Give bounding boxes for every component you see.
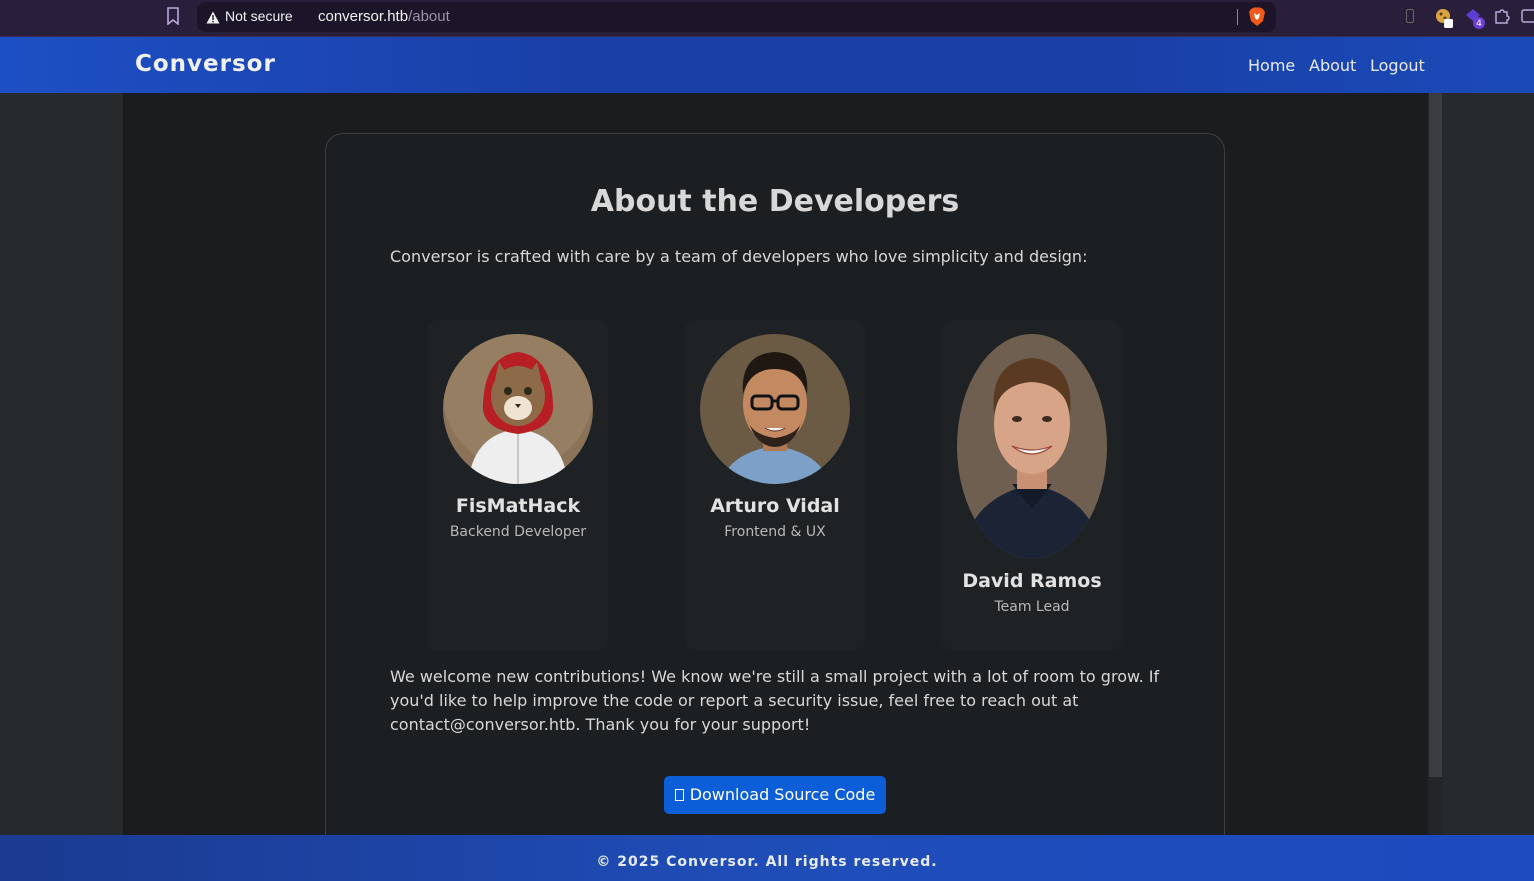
developer-role: Team Lead — [994, 599, 1070, 615]
warning-icon — [206, 11, 220, 24]
brave-shield-icon[interactable] — [1248, 7, 1266, 27]
shield-extension-icon[interactable]: 4 — [1464, 7, 1486, 29]
brand-logo[interactable]: Conversor — [135, 51, 276, 77]
site-footer: © 2025 Conversor. All rights reserved. — [0, 835, 1534, 881]
developer-name: David Ramos — [962, 570, 1102, 592]
smiling-man-avatar — [957, 334, 1107, 559]
url-text[interactable]: conversor.htb/about — [318, 8, 450, 25]
wallet-icon[interactable] — [1521, 7, 1534, 25]
hooded-cat-avatar — [443, 334, 593, 484]
url-path: /about — [408, 8, 450, 25]
scrollbar-thumb[interactable] — [1429, 93, 1442, 777]
about-card: About the Developers Conversor is crafte… — [325, 133, 1225, 853]
nav-home[interactable]: Home — [1248, 56, 1295, 75]
bookmark-icon[interactable] — [165, 7, 181, 25]
developer-card: FisMatHack Backend Developer — [428, 320, 608, 650]
download-icon — [674, 789, 684, 801]
right-backdrop — [1443, 93, 1534, 835]
extension-badge: 4 — [1476, 19, 1482, 29]
nav-logout[interactable]: Logout — [1370, 56, 1425, 75]
developer-role: Backend Developer — [449, 524, 587, 540]
footer-copyright: © 2025 Conversor. All rights reserved. — [596, 854, 938, 870]
browser-toolbar: Not secure conversor.htb/about 4 — [0, 0, 1534, 37]
url-host: conversor.htb — [318, 8, 409, 25]
site-navbar: Conversor Home About Logout — [0, 37, 1534, 93]
security-label[interactable]: Not secure — [225, 8, 293, 24]
intro-text: Conversor is crafted with care by a team… — [390, 247, 1088, 266]
left-backdrop — [0, 93, 123, 835]
page-title: About the Developers — [590, 184, 960, 219]
puzzle-icon[interactable] — [1493, 7, 1511, 25]
nav-about[interactable]: About — [1309, 56, 1356, 75]
download-button-label: Download Source Code — [689, 785, 876, 804]
developer-card: David Ramos Team Lead — [942, 320, 1122, 650]
address-bar[interactable]: Not secure conversor.htb/about — [197, 2, 1276, 32]
developer-name: FisMatHack — [455, 495, 581, 517]
cookie-extension-icon[interactable] — [1434, 7, 1454, 29]
developer-name: Arturo Vidal — [710, 495, 840, 517]
battery-icon[interactable] — [1406, 9, 1414, 23]
url-divider — [1237, 9, 1238, 25]
contribution-text: We welcome new contributions! We know we… — [390, 667, 1160, 734]
download-source-button[interactable]: Download Source Code — [664, 776, 886, 814]
man-glasses-avatar — [700, 334, 850, 484]
developer-role: Frontend & UX — [724, 524, 826, 540]
developer-card: Arturo Vidal Frontend & UX — [685, 320, 865, 650]
